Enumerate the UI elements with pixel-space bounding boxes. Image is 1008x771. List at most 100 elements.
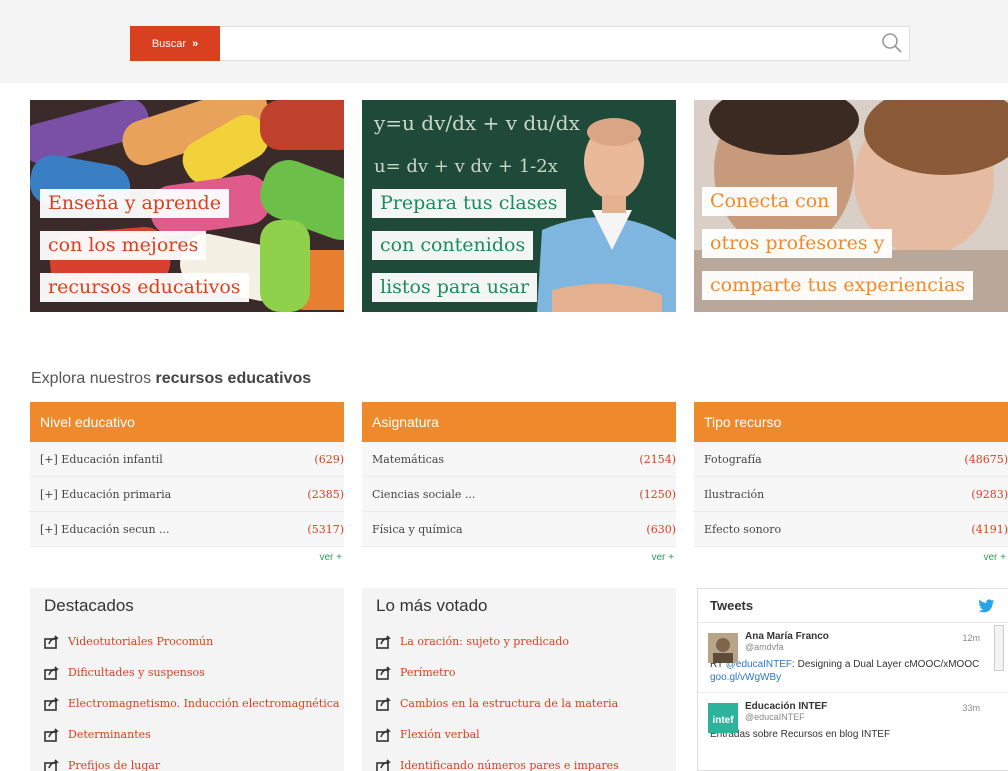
list-item[interactable]: Electromagnetismo. Inducción electromagn… <box>44 688 339 719</box>
category-count: (1250) <box>639 487 676 501</box>
share-icon <box>376 758 391 771</box>
banner-line: Prepara tus clases <box>372 189 566 218</box>
tweet-handle[interactable]: @educaINTEF <box>745 712 996 722</box>
category-row[interactable]: Matemáticas (2154) <box>362 442 676 477</box>
banner-line: Enseña y aprende <box>40 189 229 218</box>
list-item[interactable]: Cambios en la estructura de la materia <box>376 688 662 719</box>
share-icon <box>44 665 59 680</box>
category-row[interactable]: [+] Educación infantil (629) <box>30 442 344 477</box>
share-icon <box>44 634 59 649</box>
intef-avatar: intef <box>708 703 738 733</box>
share-icon <box>376 665 391 680</box>
share-icon <box>44 696 59 711</box>
list-item-label: Dificultades y suspensos <box>68 666 205 679</box>
category-row[interactable]: [+] Educación primaria (2385) <box>30 477 344 512</box>
share-icon <box>376 696 391 711</box>
search-button[interactable]: Buscar » <box>130 26 220 61</box>
category-row[interactable]: Efecto sonoro (4191) <box>694 512 1008 547</box>
tweet-author[interactable]: Educación INTEF <box>745 701 996 712</box>
banner-line: recursos educativos <box>40 273 249 302</box>
share-icon <box>44 727 59 742</box>
banner-line: listos para usar <box>372 273 538 302</box>
category-label: [+] Educación primaria <box>40 487 172 501</box>
list-item-label: La oración: sujeto y predicado <box>400 635 570 648</box>
section-title-prefix: Explora nuestros <box>31 370 152 387</box>
ver-mas-link[interactable]: ver + <box>694 547 1008 572</box>
tweet[interactable]: Ana María Franco @amdvfa 12m RT @educaIN… <box>698 623 1008 692</box>
banner-ensena[interactable]: Enseña y aprende con los mejores recurso… <box>30 100 344 312</box>
double-arrow-icon: » <box>192 37 199 50</box>
ver-mas-link[interactable]: ver + <box>362 547 676 572</box>
category-label: Ciencias sociale ... <box>372 487 476 501</box>
list-item[interactable]: Flexión verbal <box>376 719 662 750</box>
tweet-author[interactable]: Ana María Franco <box>745 631 996 642</box>
share-icon <box>44 758 59 771</box>
destacados-list: Destacados Videotutoriales Procomún Difi… <box>30 588 344 771</box>
category-count: (5317) <box>307 522 344 536</box>
category-count: (2385) <box>307 487 344 501</box>
panel-asignatura: Asignatura Matemáticas (2154) Ciencias so… <box>362 402 676 572</box>
tweets-header: Tweets <box>698 589 1008 623</box>
category-label: Física y química <box>372 522 463 536</box>
category-count: (629) <box>314 452 344 466</box>
tweets-title: Tweets <box>710 598 754 613</box>
list-item[interactable]: La oración: sujeto y predicado <box>376 626 662 657</box>
category-row[interactable]: Física y química (630) <box>362 512 676 547</box>
list-item[interactable]: Dificultades y suspensos <box>44 657 330 688</box>
share-icon <box>376 727 391 742</box>
votado-list: Lo más votado La oración: sujeto y predi… <box>362 588 676 771</box>
list-item[interactable]: Prefijos de lugar <box>44 750 330 771</box>
panel-title: Tipo recurso <box>694 402 1008 442</box>
list-item[interactable]: Identificando números pares e impares <box>376 750 662 771</box>
panel-tipo-recurso: Tipo recurso Fotografía (48675) Ilustraci… <box>694 402 1008 572</box>
section-title-bold: recursos educativos <box>155 370 312 387</box>
category-count: (48675) <box>964 452 1008 466</box>
category-row[interactable]: [+] Educación secun ... (5317) <box>30 512 344 547</box>
search-input[interactable] <box>220 26 910 61</box>
banner-prepara[interactable]: y=u dv/dx + v du/dx u= dv + v dv + 1-2x … <box>362 100 676 312</box>
category-row[interactable]: Fotografía (48675) <box>694 442 1008 477</box>
category-row[interactable]: Ciencias sociale ... (1250) <box>362 477 676 512</box>
list-item[interactable]: Videotutoriales Procomún <box>44 626 330 657</box>
category-count: (4191) <box>971 522 1008 536</box>
tweet-link[interactable]: goo.gl/vWgWBy <box>710 672 781 683</box>
category-label: [+] Educación secun ... <box>40 522 170 536</box>
list-item-label: Prefijos de lugar <box>68 759 161 771</box>
list-item-label: Determinantes <box>68 728 151 741</box>
category-label: Ilustración <box>704 487 765 501</box>
ver-mas-link[interactable]: ver + <box>30 547 344 572</box>
tweet-handle[interactable]: @amdvfa <box>745 642 996 652</box>
tweet-text: Entradas sobre Recursos en blog INTEF <box>710 729 891 740</box>
tweet-text-body: : Designing a Dual Layer cMOOC/xMOOC <box>792 659 980 670</box>
list-item-label: Flexión verbal <box>400 728 480 741</box>
category-label: Matemáticas <box>372 452 445 466</box>
banner-line: comparte tus experiencias <box>702 271 974 300</box>
search-button-label: Buscar <box>151 37 187 50</box>
share-icon <box>376 634 391 649</box>
list-item[interactable]: Perímetro <box>376 657 662 688</box>
list-item-label: Electromagnetismo. Inducción electromagn… <box>68 697 340 710</box>
list-title: Lo más votado <box>376 596 488 615</box>
category-count: (630) <box>646 522 676 536</box>
category-label: Efecto sonoro <box>704 522 782 536</box>
avatar <box>708 633 738 663</box>
twitter-bird-icon[interactable] <box>978 598 996 613</box>
category-label: [+] Educación infantil <box>40 452 163 466</box>
list-title: Destacados <box>44 596 134 615</box>
banner-line: Conecta con <box>702 187 838 216</box>
list-item[interactable]: Determinantes <box>44 719 330 750</box>
category-count: (2154) <box>639 452 676 466</box>
tweet-text: RT @educaINTEF: Designing a Dual Layer c… <box>710 658 996 684</box>
banner-conecta[interactable]: Conecta con otros profesores y comparte … <box>694 100 1008 312</box>
tweet-time: 33m <box>962 703 980 713</box>
tweet[interactable]: intef Educación INTEF @educaINTEF 33m En… <box>698 692 1008 749</box>
board-formula: u= dv + v dv + 1-2x <box>374 156 558 177</box>
category-row[interactable]: Ilustración (9283) <box>694 477 1008 512</box>
category-label: Fotografía <box>704 452 762 466</box>
tweets-scrollbar[interactable] <box>994 625 1004 671</box>
tweet-time: 12m <box>962 633 980 643</box>
search-icon[interactable] <box>880 31 904 55</box>
category-count: (9283) <box>971 487 1008 501</box>
banner-line: con los mejores <box>40 231 207 260</box>
list-item-label: Perímetro <box>400 666 456 679</box>
